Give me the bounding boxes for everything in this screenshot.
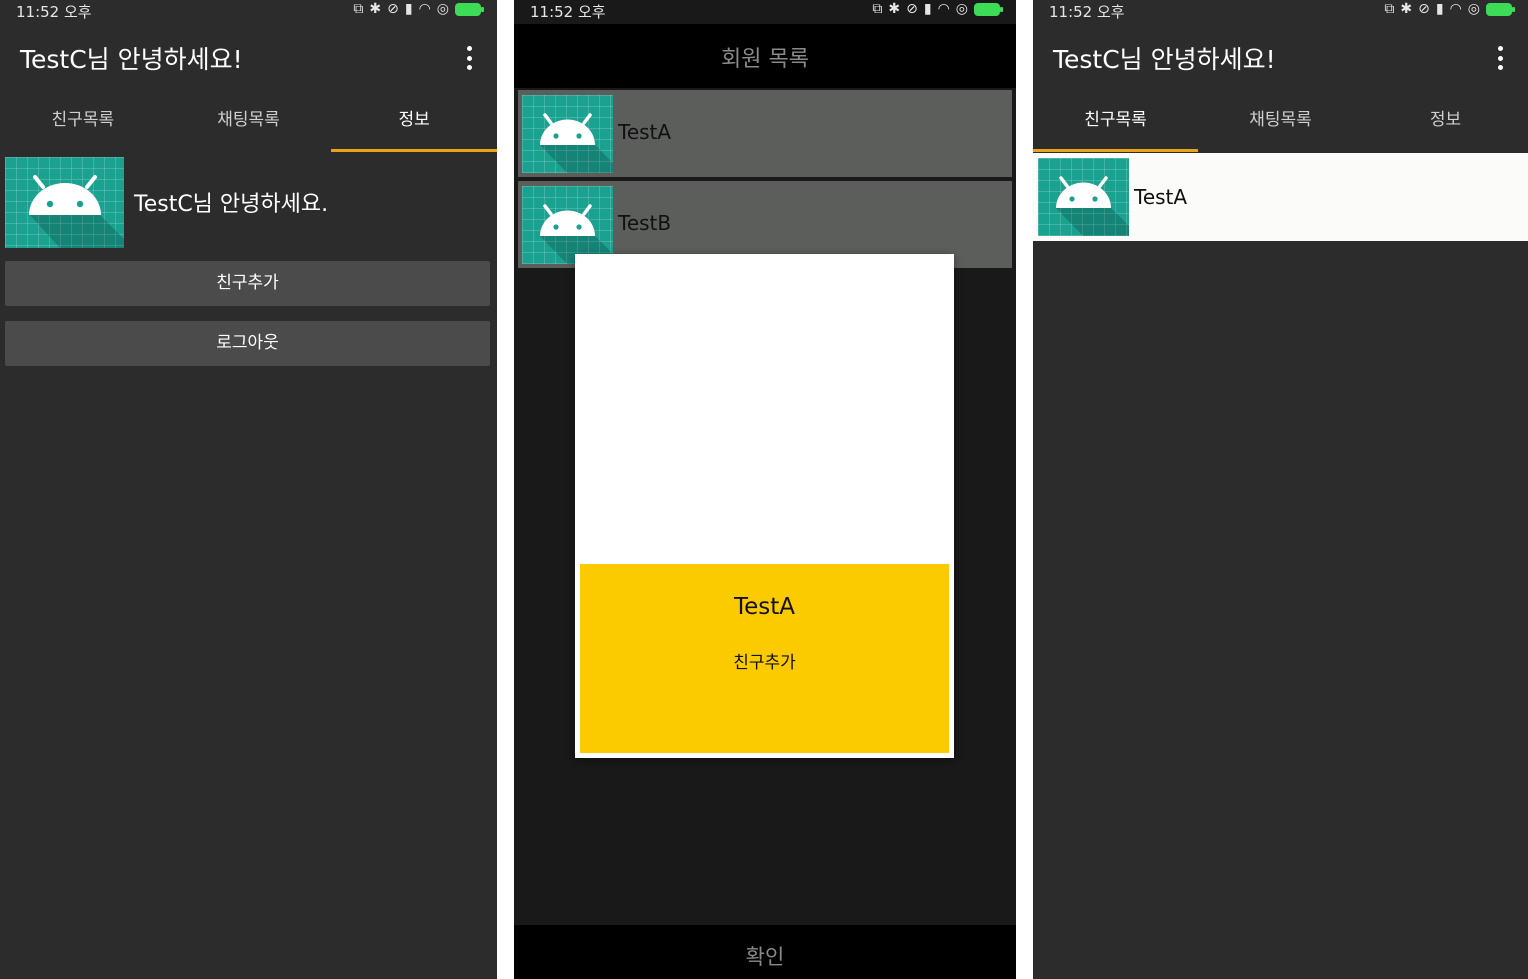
- tab-bar: 친구목록 채팅목록 정보: [0, 90, 497, 152]
- app-bar: TestC님 안녕하세요!: [0, 24, 497, 90]
- status-time: 11:52 오후: [1049, 3, 1125, 21]
- dialog-card[interactable]: TestA 친구추가: [580, 564, 949, 753]
- screen-rotate-icon: ⧉: [872, 1, 883, 17]
- signal-icon: ▮: [1435, 1, 1444, 17]
- wifi-icon: ◠: [1449, 1, 1462, 17]
- tab-chats[interactable]: 채팅목록: [1198, 90, 1363, 152]
- tab-bar: 친구목록 채팅목록 정보: [1033, 90, 1528, 152]
- signal-icon: ▮: [923, 1, 932, 17]
- status-bar: 11:52 오후 ⧉ ✱ ⊘ ▮ ◠ ◎: [0, 0, 497, 24]
- info-screen: 11:52 오후 ⧉ ✱ ⊘ ▮ ◠ ◎ TestC님 안녕하세요! 친구목록 …: [0, 0, 497, 979]
- alarm-off-icon: ⊘: [1418, 1, 1430, 17]
- wifi-icon: ◠: [937, 1, 950, 17]
- tab-chats[interactable]: 채팅목록: [166, 90, 332, 152]
- friend-row[interactable]: TestA: [1033, 153, 1528, 241]
- tab-friends[interactable]: 친구목록: [0, 90, 166, 152]
- battery-icon: [455, 2, 484, 16]
- confirm-label: 확인: [745, 945, 785, 969]
- battery-icon: [974, 2, 1003, 16]
- android-icon: [1038, 158, 1129, 236]
- app-title: TestC님 안녕하세요!: [20, 45, 243, 74]
- dialog-member-name: TestA: [733, 594, 796, 620]
- screen-rotate-icon: ⧉: [353, 1, 364, 17]
- dialog-add-friend-button[interactable]: 친구추가: [580, 648, 949, 673]
- add-friend-button[interactable]: 친구추가: [5, 261, 490, 306]
- member-name: TestB: [618, 211, 672, 235]
- tab-info[interactable]: 정보: [331, 90, 497, 152]
- overflow-menu-icon[interactable]: [467, 46, 473, 70]
- member-name: TestA: [618, 120, 672, 144]
- bluetooth-icon: ✱: [888, 1, 901, 17]
- battery-icon: [1486, 2, 1515, 16]
- member-row[interactable]: TestA: [518, 90, 1012, 177]
- member-list-screen: 11:52 오후 ⧉ ✱ ⊘ ▮ ◠ ◎ 회원 목록 TestA TestB T…: [514, 0, 1016, 979]
- member-list-header: 회원 목록: [514, 24, 1016, 88]
- alarm-off-icon: ⊘: [906, 1, 918, 17]
- tab-info[interactable]: 정보: [1363, 90, 1528, 152]
- android-icon: [522, 186, 613, 264]
- android-icon: [5, 157, 124, 248]
- profile-greeting: TestC님 안녕하세요.: [134, 192, 329, 217]
- overflow-menu-icon[interactable]: [1498, 46, 1504, 70]
- status-bar: 11:52 오후 ⧉ ✱ ⊘ ▮ ◠ ◎: [1033, 0, 1528, 24]
- page-title: 회원 목록: [721, 47, 809, 72]
- friend-name: TestA: [1134, 185, 1188, 209]
- add-friend-dialog: TestA 친구추가: [575, 254, 954, 758]
- friends-screen: 11:52 오후 ⧉ ✱ ⊘ ▮ ◠ ◎ TestC님 안녕하세요! 친구목록 …: [1033, 0, 1528, 979]
- app-title: TestC님 안녕하세요!: [1053, 45, 1276, 74]
- signal-icon: ▮: [404, 1, 413, 17]
- status-bar: 11:52 오후 ⧉ ✱ ⊘ ▮ ◠ ◎: [514, 0, 1016, 24]
- logout-button[interactable]: 로그아웃: [5, 321, 490, 366]
- bluetooth-icon: ✱: [369, 1, 382, 17]
- android-icon: [522, 95, 613, 173]
- bluetooth-icon: ✱: [1400, 1, 1413, 17]
- alarm-off-icon: ⊘: [387, 1, 399, 17]
- screen-rotate-icon: ⧉: [1384, 1, 1395, 17]
- app-bar: TestC님 안녕하세요!: [1033, 24, 1528, 90]
- tab-friends[interactable]: 친구목록: [1033, 90, 1198, 152]
- confirm-button[interactable]: 확인: [514, 925, 1016, 979]
- status-time: 11:52 오후: [16, 3, 92, 21]
- status-time: 11:52 오후: [530, 3, 606, 21]
- data-saver-icon: ◎: [1467, 1, 1480, 17]
- wifi-icon: ◠: [418, 1, 431, 17]
- data-saver-icon: ◎: [955, 1, 968, 17]
- data-saver-icon: ◎: [436, 1, 449, 17]
